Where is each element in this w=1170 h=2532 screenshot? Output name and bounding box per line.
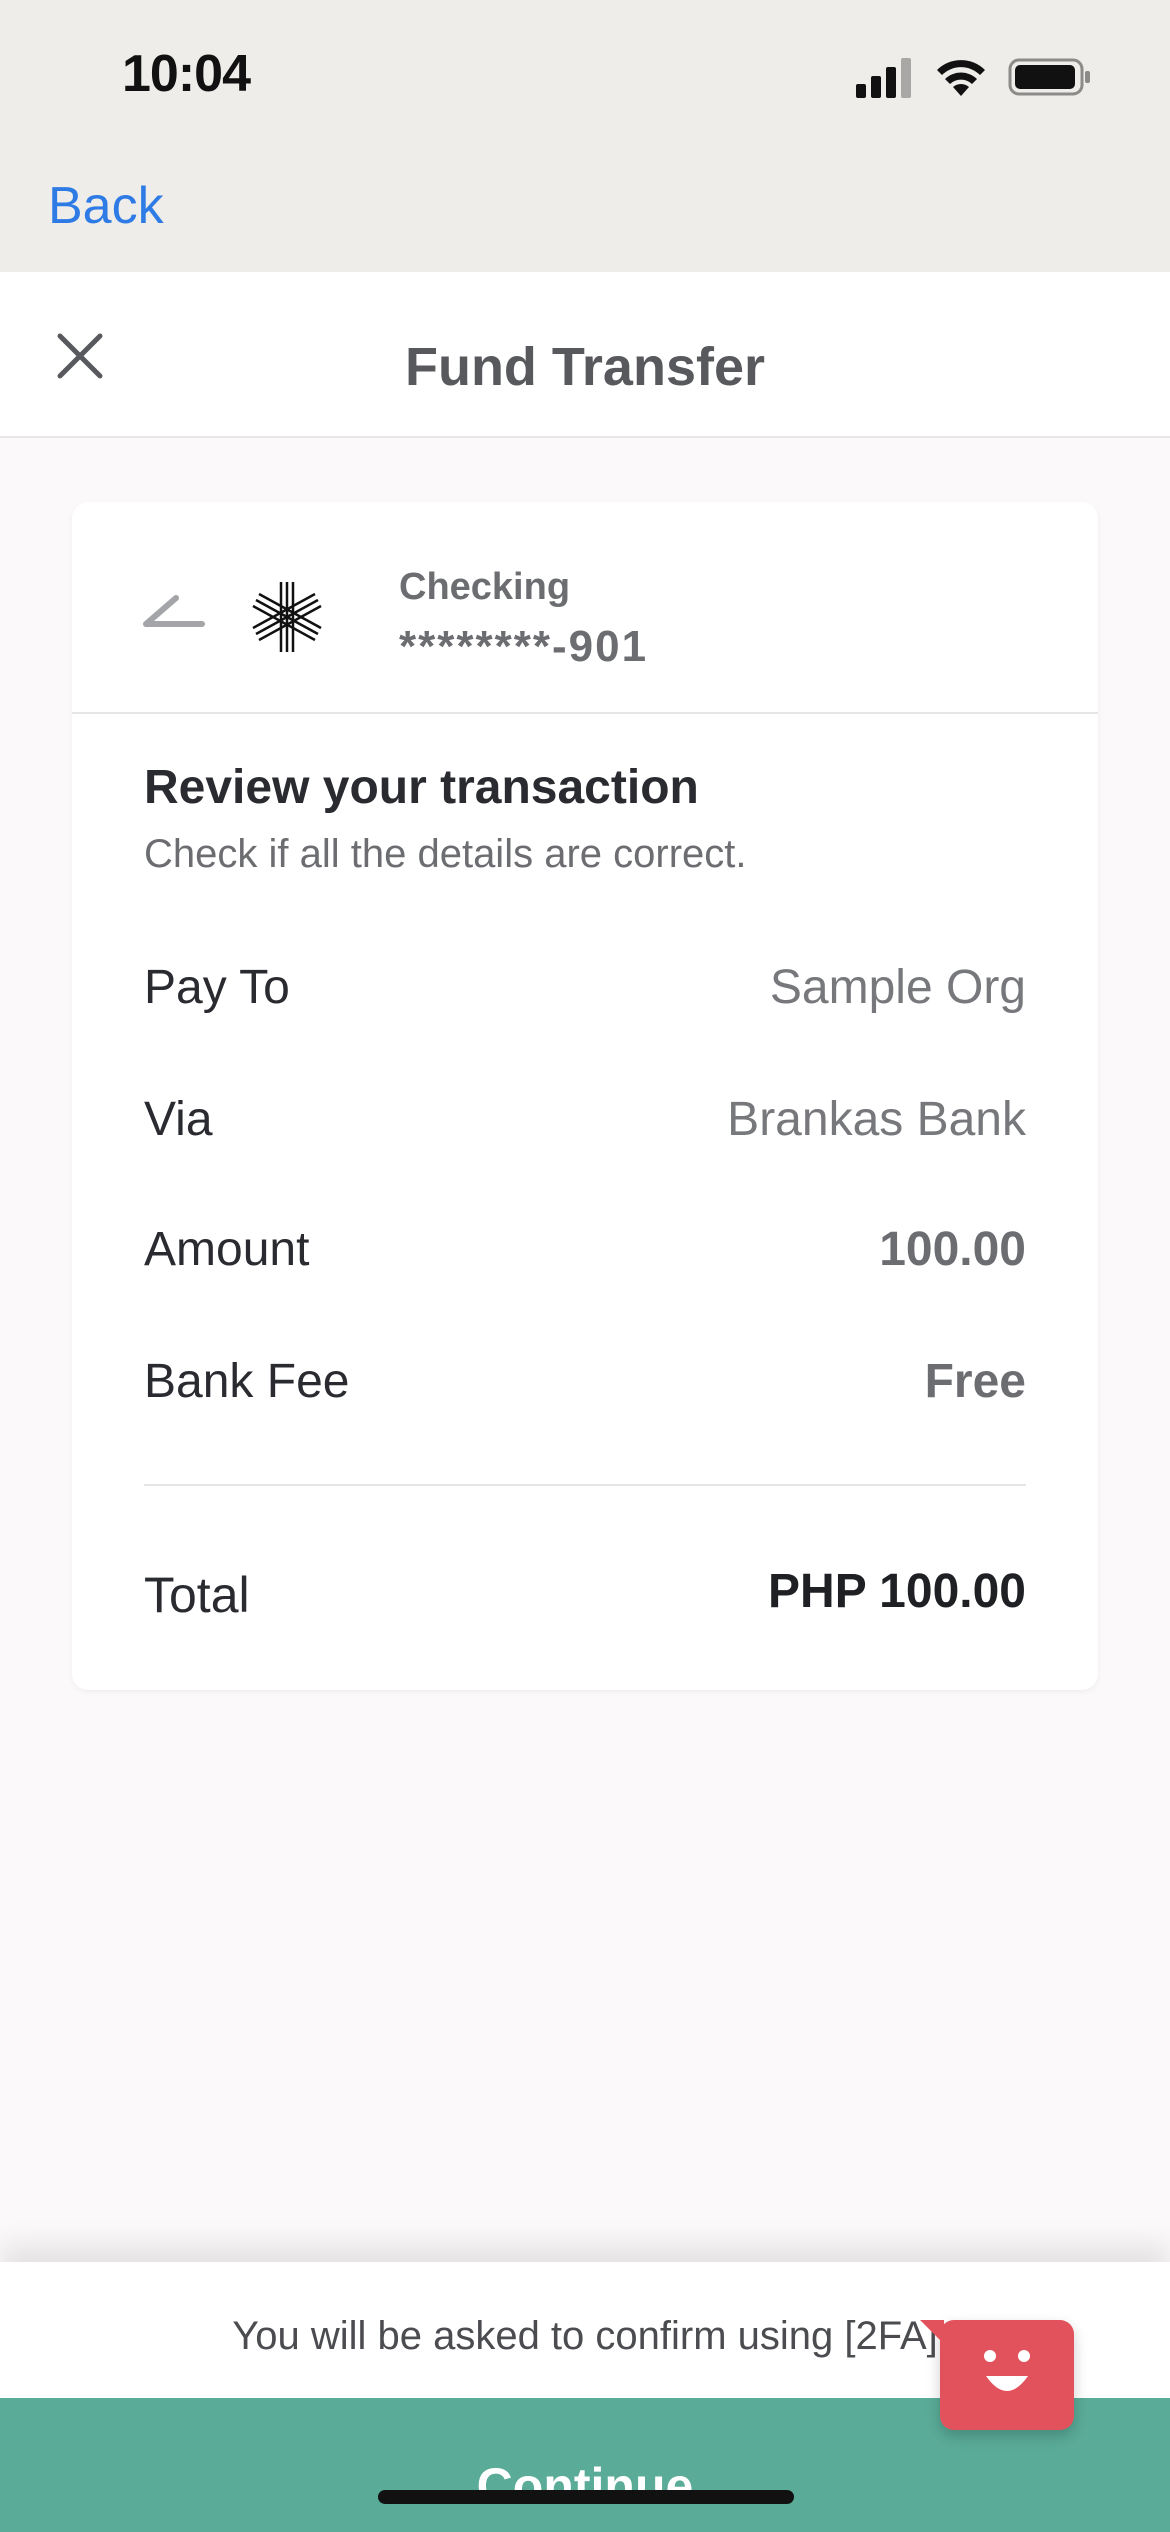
bank-logo-icon [252, 582, 322, 652]
chat-button[interactable] [920, 2320, 1074, 2430]
account-type: Checking [399, 566, 571, 608]
battery-icon [1008, 58, 1090, 96]
signal-icon [856, 58, 911, 98]
review-subtitle: Check if all the details are correct. [144, 832, 747, 876]
detail-row-pay-to: Pay To Sample Org [144, 960, 1026, 1030]
wifi-icon [937, 60, 985, 96]
transfer-arrow-icon [143, 595, 205, 627]
page-title: Fund Transfer [404, 337, 766, 397]
detail-row-amount: Amount 100.00 [144, 1222, 1026, 1292]
detail-label: Via [144, 1093, 213, 1146]
total-label: Total [144, 1567, 250, 1623]
detail-value: Brankas Bank [727, 1093, 1026, 1146]
modal-header: Fund Transfer [0, 272, 1170, 438]
account-row: Checking ********-901 [72, 502, 1098, 714]
detail-label: Pay To [144, 961, 290, 1014]
status-time: 10:04 [122, 45, 251, 103]
detail-value: Free [924, 1355, 1026, 1408]
transaction-card: Checking ********-901 Review your transa… [72, 502, 1098, 1690]
detail-label: Bank Fee [144, 1355, 350, 1408]
detail-value: Sample Org [769, 961, 1026, 1014]
home-indicator [378, 2490, 794, 2504]
review-title: Review your transaction [144, 761, 699, 814]
detail-label: Amount [144, 1223, 310, 1276]
detail-row-via: Via Brankas Bank [144, 1092, 1026, 1162]
total-value: PHP 100.00 [768, 1565, 1026, 1618]
detail-value: 100.00 [879, 1223, 1026, 1276]
screen: 10:04 Back Fund Transfer Checking ******… [0, 0, 1170, 2532]
top-bar: 10:04 Back [0, 0, 1170, 272]
chat-face-icon [984, 2350, 1030, 2391]
divider [144, 1484, 1026, 1486]
account-number: ********-901 [399, 622, 649, 671]
back-link[interactable]: Back [48, 176, 164, 236]
detail-row-bank-fee: Bank Fee Free [144, 1354, 1026, 1424]
